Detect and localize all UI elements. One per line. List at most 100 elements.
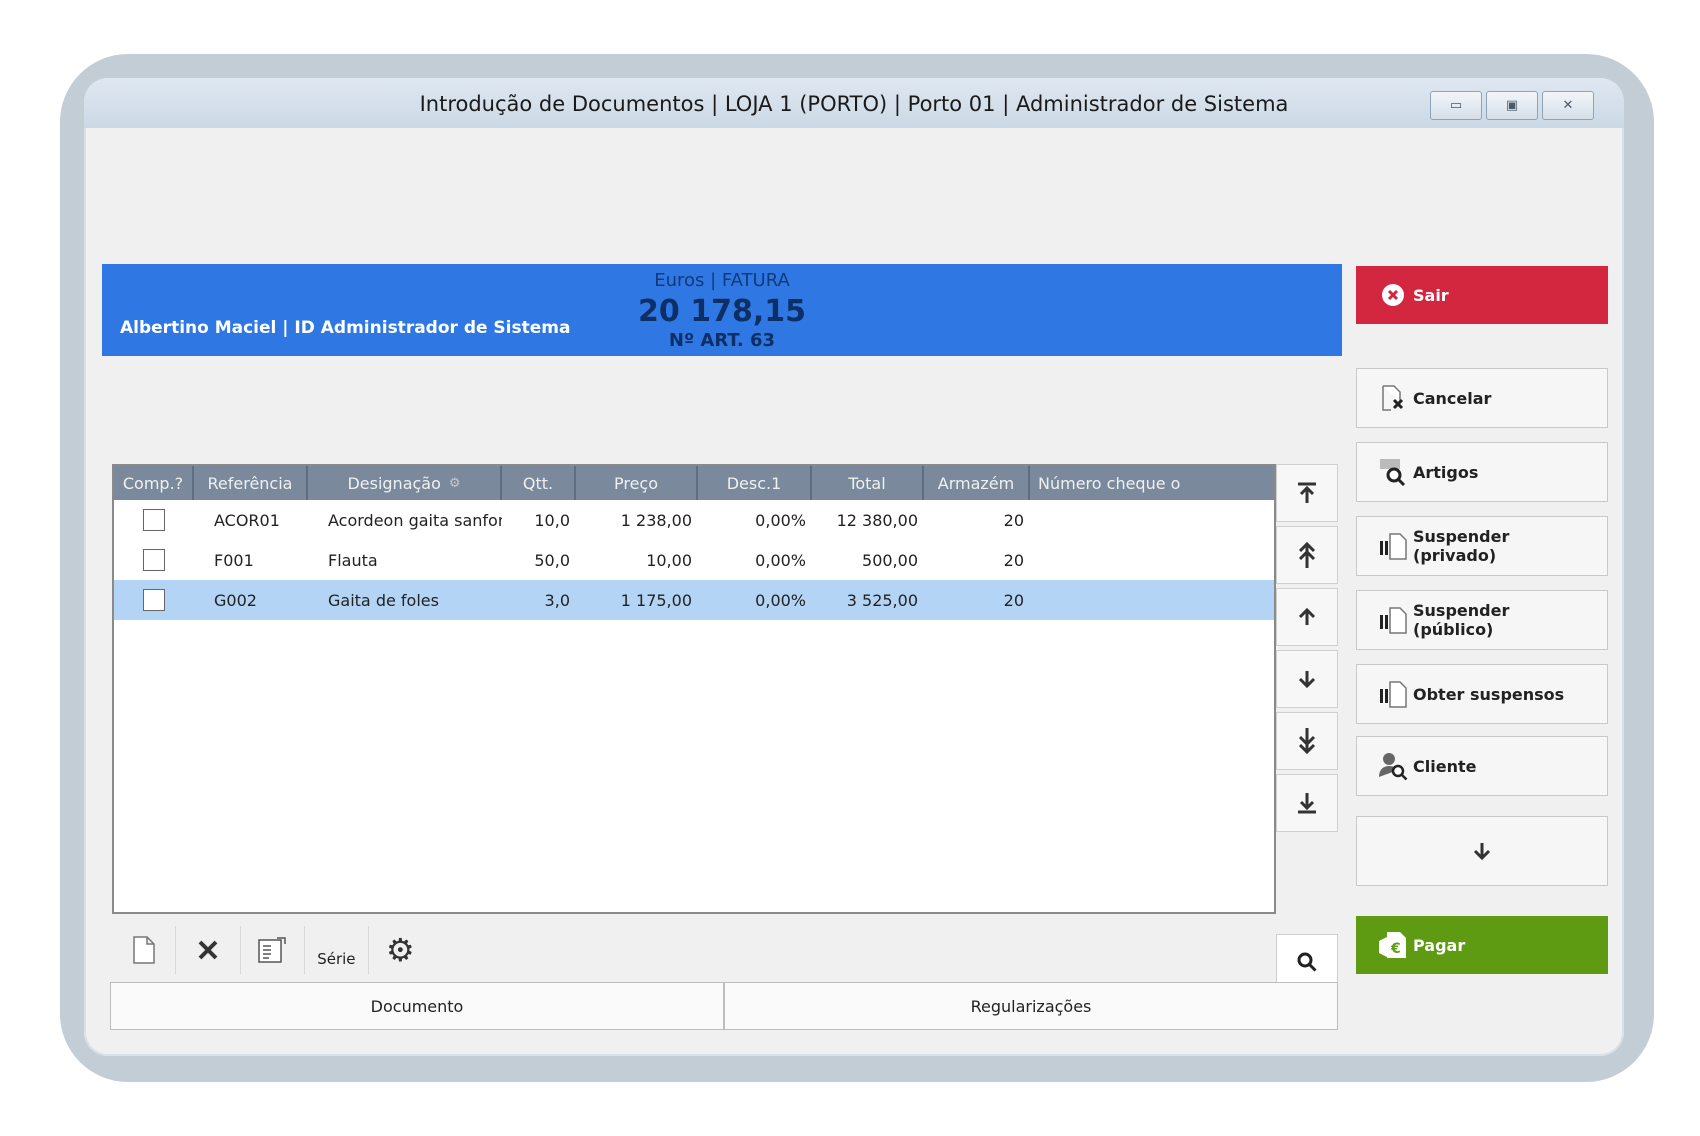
suspend-private-label-2: (privado) — [1413, 546, 1497, 565]
cell-total: 500,00 — [862, 550, 918, 570]
settings-button[interactable]: ⚙ — [369, 926, 432, 974]
suspend-private-button[interactable]: Suspender (privado) — [1356, 516, 1608, 576]
document-edit-icon — [258, 937, 287, 963]
column-header-referencia[interactable]: Referência — [194, 466, 308, 500]
gear-icon: ⚙ — [385, 931, 415, 969]
comp-checkbox[interactable] — [143, 509, 165, 531]
arrow-to-top-icon — [1298, 482, 1316, 503]
cell-armazem: 20 — [1003, 510, 1024, 530]
articles-label: Artigos — [1413, 462, 1479, 482]
articles-button[interactable]: Artigos — [1356, 442, 1608, 502]
suspend-icon — [1373, 605, 1413, 635]
page-down-button[interactable] — [1276, 712, 1338, 770]
arrow-down-icon — [1473, 843, 1491, 861]
grid-header: Comp.? Referência Designação ⚙ Qtt. Preç… — [114, 466, 1274, 500]
column-header-designacao-label: Designação — [347, 473, 441, 493]
cell-designacao: Flauta — [328, 550, 378, 570]
get-suspended-button[interactable]: Obter suspensos — [1356, 664, 1608, 724]
cell-preco: 1 238,00 — [620, 510, 692, 530]
row-navigation — [1276, 464, 1338, 864]
table-row[interactable]: ACOR01 Acordeon gaita sanfona 10,0 1 238… — [114, 500, 1274, 540]
tab-documento[interactable]: Documento — [110, 982, 724, 1030]
tab-regularizacoes[interactable]: Regularizações — [724, 982, 1338, 1030]
minimize-button[interactable]: ▭ — [1430, 91, 1482, 120]
page-up-button[interactable] — [1276, 526, 1338, 584]
table-row[interactable]: F001 Flauta 50,0 10,00 0,00% 500,00 20 — [114, 540, 1274, 580]
cell-total: 3 525,00 — [846, 590, 918, 610]
more-options-button[interactable] — [1356, 816, 1608, 886]
pay-button[interactable]: € Pagar — [1356, 916, 1608, 974]
cell-designacao: Acordeon gaita sanfona — [328, 510, 502, 530]
client-search-icon — [1373, 751, 1413, 781]
close-circle-icon — [1373, 283, 1413, 307]
arrow-up-icon — [1298, 607, 1316, 625]
maximize-button[interactable]: ▣ — [1486, 91, 1538, 120]
cell-desc1: 0,00% — [755, 550, 806, 570]
svg-text:€: € — [1390, 941, 1401, 957]
cell-total: 12 380,00 — [836, 510, 918, 530]
exit-label: Sair — [1413, 285, 1449, 305]
get-suspended-label: Obter suspensos — [1413, 684, 1565, 704]
pay-icon: € — [1373, 929, 1413, 961]
last-row-button[interactable] — [1276, 774, 1338, 832]
column-header-armazem[interactable]: Armazém — [924, 466, 1030, 500]
cell-armazem: 20 — [1003, 590, 1024, 610]
line-details-button[interactable] — [241, 926, 306, 974]
row-checkbox-cell[interactable] — [114, 549, 194, 571]
row-checkbox-cell[interactable] — [114, 589, 194, 611]
cell-armazem: 20 — [1003, 550, 1024, 570]
row-checkbox-cell[interactable] — [114, 509, 194, 531]
title-bar: Introdução de Documentos | LOJA 1 (PORTO… — [84, 78, 1624, 128]
document-lines-grid[interactable]: Comp.? Referência Designação ⚙ Qtt. Preç… — [112, 464, 1276, 914]
cell-qtt: 10,0 — [534, 510, 570, 530]
previous-row-button[interactable] — [1276, 588, 1338, 646]
pay-label: Pagar — [1413, 935, 1466, 955]
new-document-icon — [132, 936, 155, 964]
arrow-to-bottom-icon — [1298, 793, 1316, 814]
client-label: Cliente — [1413, 756, 1477, 776]
suspended-list-icon — [1373, 679, 1413, 709]
cell-qtt: 50,0 — [534, 550, 570, 570]
grid-toolbar: Série ⚙ — [112, 924, 432, 976]
cell-preco: 1 175,00 — [620, 590, 692, 610]
column-header-designacao[interactable]: Designação ⚙ — [308, 466, 502, 500]
suspend-public-button[interactable]: Suspender (público) — [1356, 590, 1608, 650]
double-arrow-down-icon — [1298, 728, 1316, 755]
double-arrow-up-icon — [1298, 541, 1316, 568]
column-header-preco[interactable]: Preço — [576, 466, 698, 500]
bottom-tabs: Documento Regularizações — [110, 982, 1338, 1030]
column-header-qtt[interactable]: Qtt. — [502, 466, 576, 500]
cancel-button[interactable]: Cancelar — [1356, 368, 1608, 428]
first-row-button[interactable] — [1276, 464, 1338, 522]
delete-icon — [198, 940, 218, 960]
cancel-document-icon — [1373, 384, 1413, 412]
new-line-button[interactable] — [112, 926, 177, 974]
cell-desc1: 0,00% — [755, 510, 806, 530]
serie-button[interactable]: Série — [305, 926, 369, 974]
suspend-private-label-1: Suspender — [1413, 526, 1510, 546]
window-title: Introdução de Documentos | LOJA 1 (PORTO… — [419, 92, 1289, 116]
suspend-public-label-2: (público) — [1413, 620, 1494, 639]
table-row-selected[interactable]: G002 Gaita de foles 3,0 1 175,00 0,00% 3… — [114, 580, 1274, 620]
comp-checkbox[interactable] — [143, 589, 165, 611]
column-header-total[interactable]: Total — [812, 466, 924, 500]
articles-search-icon — [1373, 457, 1413, 487]
arrow-down-icon — [1298, 671, 1316, 689]
next-row-button[interactable] — [1276, 650, 1338, 708]
column-header-desc1[interactable]: Desc.1 — [698, 466, 812, 500]
app-window: Introdução de Documentos | LOJA 1 (PORTO… — [84, 78, 1624, 1056]
exit-button[interactable]: Sair — [1356, 266, 1608, 324]
cell-referencia: F001 — [214, 550, 254, 570]
client-button[interactable]: Cliente — [1356, 736, 1608, 796]
column-header-numero-cheque[interactable]: Número cheque o — [1030, 466, 1274, 500]
cell-qtt: 3,0 — [544, 590, 570, 610]
cell-desc1: 0,00% — [755, 590, 806, 610]
user-info: Albertino Maciel | ID Administrador de S… — [120, 318, 571, 338]
document-summary-banner: Euros | FATURA 20 178,15 Nº ART. 63 Albe… — [102, 264, 1342, 356]
column-header-comp[interactable]: Comp.? — [114, 466, 194, 500]
close-button[interactable]: ✕ — [1542, 91, 1594, 120]
settings-small-icon[interactable]: ⚙ — [449, 476, 461, 491]
comp-checkbox[interactable] — [143, 549, 165, 571]
delete-line-button[interactable] — [176, 926, 241, 974]
document-type: Euros | FATURA — [654, 270, 790, 291]
